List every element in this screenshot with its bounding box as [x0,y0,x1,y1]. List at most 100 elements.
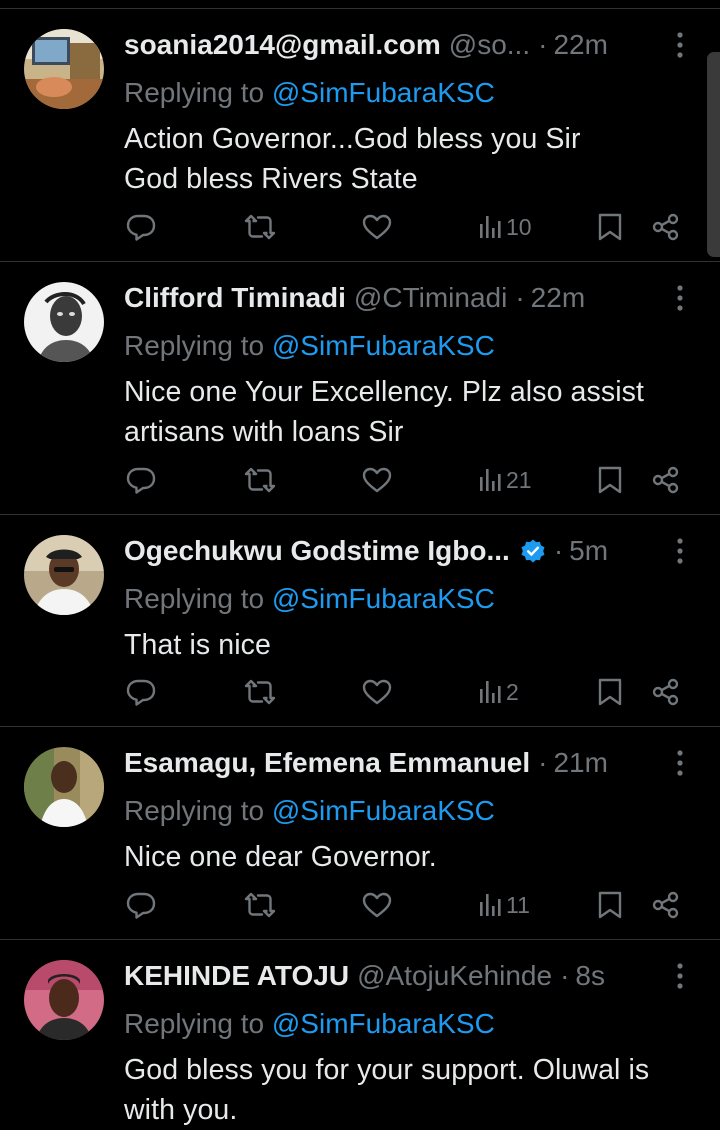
action-bar: 2 [0,670,720,714]
share-button[interactable] [650,883,682,927]
heart-icon [362,679,392,705]
reply-item[interactable]: Ogechukwu Godstime Igbo... · 5m Replying… [0,515,720,727]
separator-dot: · [538,747,548,778]
author-name[interactable]: KEHINDE ATOJU [124,958,349,994]
replying-to-line: Replying to @SimFubaraKSC [124,793,495,829]
reply-text: Nice one dear Governor. [124,841,437,873]
heart-icon [362,892,392,918]
avatar[interactable] [24,29,104,109]
views-count: 21 [506,466,532,493]
author-name[interactable]: Ogechukwu Godstime Igbo... [124,533,510,569]
reply-header: Ogechukwu Godstime Igbo... · 5m [124,533,644,569]
author-name[interactable]: Clifford Timinadi [124,280,346,316]
like-button[interactable] [361,458,393,502]
share-button[interactable] [650,458,682,502]
mention-link[interactable]: @SimFubaraKSC [272,795,495,826]
bookmark-button[interactable] [595,205,625,249]
action-bar: 21 [0,458,720,502]
replying-to-label: Replying to [124,583,265,614]
more-options-button[interactable] [664,960,696,992]
reply-text: Nice one Your Excellency. Plz also assis… [124,376,644,448]
verified-badge-icon [521,539,545,563]
author-name[interactable]: Esamagu, Efemena Emmanuel [124,745,530,781]
repost-arrows-icon [244,214,276,240]
reply-item[interactable]: Clifford Timinadi @CTiminadi · 22m Reply… [0,262,720,515]
reply-text: Action Governor...God bless you Sir God … [124,123,581,195]
vertical-dots-icon [677,32,683,58]
replying-to-line: Replying to @SimFubaraKSC [124,1006,495,1042]
timestamp[interactable]: 5m [569,533,608,569]
replying-to-line: Replying to @SimFubaraKSC [124,75,495,111]
author-name[interactable]: soania2014@gmail.com [124,27,441,63]
views-count: 11 [506,891,530,918]
share-button[interactable] [650,205,682,249]
reply-button[interactable] [125,205,157,249]
vertical-dots-icon [677,963,683,989]
reply-item[interactable]: Esamagu, Efemena Emmanuel · 21m Replying… [0,727,720,940]
separator-dot: · [560,960,570,991]
repost-button[interactable] [243,670,277,714]
repost-button[interactable] [243,883,277,927]
like-button[interactable] [361,205,393,249]
avatar[interactable] [24,282,104,362]
timestamp[interactable]: 22m [531,280,585,316]
speech-bubble-icon [126,467,156,494]
author-handle[interactable]: @CTiminadi [354,280,507,316]
mention-link[interactable]: @SimFubaraKSC [272,583,495,614]
bar-chart-icon [480,469,501,491]
repost-button[interactable] [243,458,277,502]
author-handle[interactable]: @AtojuKehinde [357,958,552,994]
repost-arrows-icon [244,892,276,918]
replying-to-label: Replying to [124,77,265,108]
reply-button[interactable] [125,458,157,502]
reply-text: God bless you for your support. Oluwal i… [124,1054,650,1126]
timestamp[interactable]: 21m [553,745,607,781]
bookmark-button[interactable] [595,883,625,927]
avatar[interactable] [24,960,104,1040]
bookmark-button[interactable] [595,458,625,502]
reply-button[interactable] [125,883,157,927]
more-options-button[interactable] [664,282,696,314]
share-nodes-icon [652,466,679,494]
author-handle[interactable]: @so... [449,27,530,63]
views-button[interactable]: 21 [478,458,532,502]
replying-to-line: Replying to @SimFubaraKSC [124,581,495,617]
views-count: 10 [506,213,532,240]
timestamp[interactable]: 8s [575,958,605,994]
bar-chart-icon [480,216,501,238]
mention-link[interactable]: @SimFubaraKSC [272,77,495,108]
more-options-button[interactable] [664,29,696,61]
action-bar: 11 [0,883,720,927]
more-options-button[interactable] [664,535,696,567]
separator-dot: · [515,282,525,313]
reply-header: Clifford Timinadi @CTiminadi · 22m [124,280,644,316]
timestamp[interactable]: 22m [553,27,607,63]
views-button[interactable]: 10 [478,205,532,249]
views-button[interactable]: 2 [478,670,519,714]
reply-button[interactable] [125,670,157,714]
mention-link[interactable]: @SimFubaraKSC [272,1008,495,1039]
speech-bubble-icon [126,892,156,919]
replying-to-label: Replying to [124,795,265,826]
bookmark-icon [598,678,622,706]
like-button[interactable] [361,883,393,927]
mention-link[interactable]: @SimFubaraKSC [272,330,495,361]
share-button[interactable] [650,670,682,714]
bookmark-button[interactable] [595,670,625,714]
like-button[interactable] [361,670,393,714]
share-nodes-icon [652,678,679,706]
replying-to-label: Replying to [124,330,265,361]
more-options-button[interactable] [664,747,696,779]
vertical-dots-icon [677,538,683,564]
bookmark-icon [598,891,622,919]
separator-dot: · [538,29,548,60]
replying-to-label: Replying to [124,1008,265,1039]
avatar[interactable] [24,747,104,827]
reply-item[interactable]: soania2014@gmail.com @so... · 22m Replyi… [0,9,720,262]
bookmark-icon [598,213,622,241]
bar-chart-icon [480,894,501,916]
repost-button[interactable] [243,205,277,249]
views-button[interactable]: 11 [478,883,530,927]
reply-item[interactable]: KEHINDE ATOJU @AtojuKehinde · 8s Replyin… [0,940,720,1126]
avatar[interactable] [24,535,104,615]
